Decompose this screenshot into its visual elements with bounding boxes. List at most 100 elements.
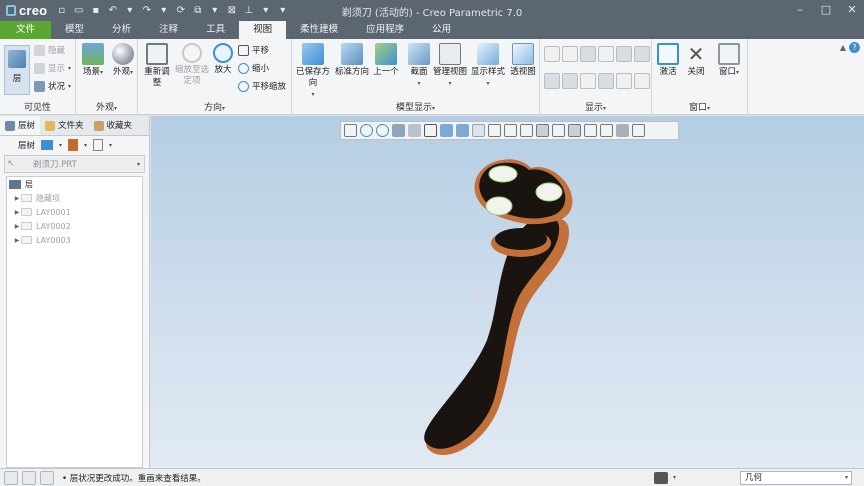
selection-filter[interactable]: 几何 ▾: [740, 471, 852, 485]
zoom-in-button[interactable]: 放大: [210, 43, 236, 76]
maximize-icon[interactable]: □: [818, 2, 834, 18]
show-button[interactable]: 显示 ▾: [34, 61, 71, 75]
windows-button[interactable]: 窗口▾: [714, 43, 744, 78]
undo-icon[interactable]: ↶: [106, 4, 119, 17]
ribbon-collapse-icon[interactable]: ▲: [840, 43, 846, 52]
csys-display-icon[interactable]: [598, 46, 614, 62]
layer-folder-icon: [21, 236, 32, 244]
pan-zoom-button[interactable]: 平移缩放: [238, 79, 286, 93]
manage-views-button[interactable]: 管理视图 ▾: [432, 43, 468, 89]
previous-button[interactable]: 上一个: [372, 43, 400, 78]
help-icon[interactable]: ?: [849, 42, 860, 53]
browser-toggle-icon[interactable]: [22, 470, 36, 485]
graphics-window[interactable]: [151, 116, 864, 468]
tab-file[interactable]: 文件: [0, 21, 52, 39]
layer-stack-dropdown-icon[interactable]: ▾: [59, 142, 62, 149]
tools-dropdown-icon[interactable]: ▾: [84, 142, 87, 149]
tree-item-label: LAY0002: [36, 221, 71, 231]
windows-dropdown-icon: ▾: [736, 69, 740, 76]
tab-annotate[interactable]: 注释: [145, 21, 192, 39]
layer-icon: [8, 50, 26, 68]
tab-folder[interactable]: 文件夹: [40, 116, 89, 135]
window-icon[interactable]: ⧉: [191, 4, 204, 17]
reorient-button[interactable]: 重新调整: [142, 43, 172, 89]
zoom-selected-button[interactable]: 缩放至选定项: [172, 43, 212, 87]
tree-item-lay0001[interactable]: ▶ LAY0001: [7, 205, 142, 219]
navigator-toggle-icon[interactable]: [4, 470, 18, 485]
redo-dropdown-icon[interactable]: ▾: [157, 4, 170, 17]
color-display-icon[interactable]: [634, 73, 650, 89]
find-dropdown-icon[interactable]: ▾: [673, 474, 676, 481]
expand-arrow-icon[interactable]: ▶: [13, 237, 21, 244]
expand-arrow-icon[interactable]: ▶: [13, 195, 21, 202]
find-binoculars-icon[interactable]: [654, 472, 668, 484]
tree-item-layers[interactable]: 层: [7, 177, 142, 191]
zoom-selected-icon: [182, 43, 202, 63]
csys-tag-icon[interactable]: [562, 73, 578, 89]
close-button[interactable]: ✕ 关闭: [682, 43, 710, 78]
dimension-display-icon[interactable]: [616, 73, 632, 89]
tree-item-lay0002[interactable]: ▶ LAY0002: [7, 219, 142, 233]
expand-arrow-icon[interactable]: ▶: [13, 223, 21, 230]
section-button[interactable]: 截面 ▾: [406, 43, 432, 89]
customize-qat-icon[interactable]: ▾: [276, 4, 289, 17]
undo-dropdown-icon[interactable]: ▾: [123, 4, 136, 17]
tab-public[interactable]: 公用: [418, 21, 465, 39]
activate-button[interactable]: 激活: [654, 43, 682, 78]
tree-item-lay0003[interactable]: ▶ LAY0003: [7, 233, 142, 247]
settings-document-icon[interactable]: [93, 139, 104, 151]
datum-icon[interactable]: ⊥: [242, 4, 255, 17]
expand-arrow-icon[interactable]: ▶: [13, 209, 21, 216]
scene-button[interactable]: 场景▾: [79, 43, 107, 78]
datum-dropdown-icon[interactable]: ▾: [259, 4, 272, 17]
tab-favorites[interactable]: 收藏夹: [89, 116, 138, 135]
status-label: 状况: [48, 82, 66, 92]
tab-applications[interactable]: 应用程序: [352, 21, 418, 39]
tab-model[interactable]: 模型: [51, 21, 98, 39]
tab-analysis[interactable]: 分析: [98, 21, 145, 39]
hide-icon: [34, 44, 45, 56]
annotation-display-icon[interactable]: [598, 73, 614, 89]
point-tag-icon[interactable]: [544, 73, 560, 89]
zoom-out-button[interactable]: 缩小: [238, 61, 269, 75]
layer-button[interactable]: 层: [4, 45, 30, 95]
perspective-button[interactable]: 透视图: [508, 43, 538, 78]
display-style-button[interactable]: 显示样式 ▾: [470, 43, 506, 89]
tab-tools[interactable]: 工具: [192, 21, 239, 39]
regenerate-icon[interactable]: ⟳: [174, 4, 187, 17]
appearance-button[interactable]: 外观▾: [110, 43, 136, 78]
redo-icon[interactable]: ↷: [140, 4, 153, 17]
window-dropdown-icon[interactable]: ▾: [208, 4, 221, 17]
status-button[interactable]: 状况 ▾: [34, 79, 71, 93]
active-model-selector[interactable]: ↖ 剃须刀.PRT ▾: [4, 155, 145, 173]
save-icon[interactable]: ▪: [89, 4, 102, 17]
standard-orientation-button[interactable]: 标准方向: [334, 43, 370, 78]
tree-item-hidden[interactable]: ▶ 隐藏项: [7, 191, 142, 205]
shaver-model[interactable]: [151, 116, 864, 468]
fullscreen-icon[interactable]: [40, 470, 54, 485]
ribbon: 层 隐藏 显示 ▾ 状况 ▾ 可见性 场景▾ 外观▾ 外观▾ 重新调整 缩放至选定项…: [0, 39, 864, 115]
spin-center-icon[interactable]: [580, 73, 596, 89]
pan-button[interactable]: 平移: [238, 43, 269, 57]
layer-tree-menu-label[interactable]: 层树: [18, 139, 35, 151]
plane-tag-icon[interactable]: [616, 46, 632, 62]
tab-view[interactable]: 视图: [239, 21, 287, 39]
close-icon[interactable]: ✕: [844, 2, 860, 18]
tools-icon[interactable]: [68, 139, 79, 151]
tab-layer-tree[interactable]: 层树: [0, 116, 41, 135]
settings-dropdown-icon[interactable]: ▾: [109, 142, 112, 149]
show-icon: [34, 62, 45, 74]
close-window-icon[interactable]: ⊠: [225, 4, 238, 17]
open-folder-icon[interactable]: ▭: [72, 4, 85, 17]
point-display-icon[interactable]: [580, 46, 596, 62]
hide-button[interactable]: 隐藏: [34, 43, 65, 57]
tab-flexible-modeling[interactable]: 柔性建模: [286, 21, 352, 39]
new-file-icon[interactable]: ▫: [55, 4, 68, 17]
axis-tag-icon[interactable]: [634, 46, 650, 62]
previous-label: 上一个: [373, 67, 399, 77]
axis-display-icon[interactable]: [562, 46, 578, 62]
plane-display-icon[interactable]: [544, 46, 560, 62]
layer-stack-icon[interactable]: [41, 140, 54, 150]
minimize-icon[interactable]: –: [792, 2, 808, 18]
saved-orientation-button[interactable]: 已保存方向 ▾: [294, 43, 332, 100]
